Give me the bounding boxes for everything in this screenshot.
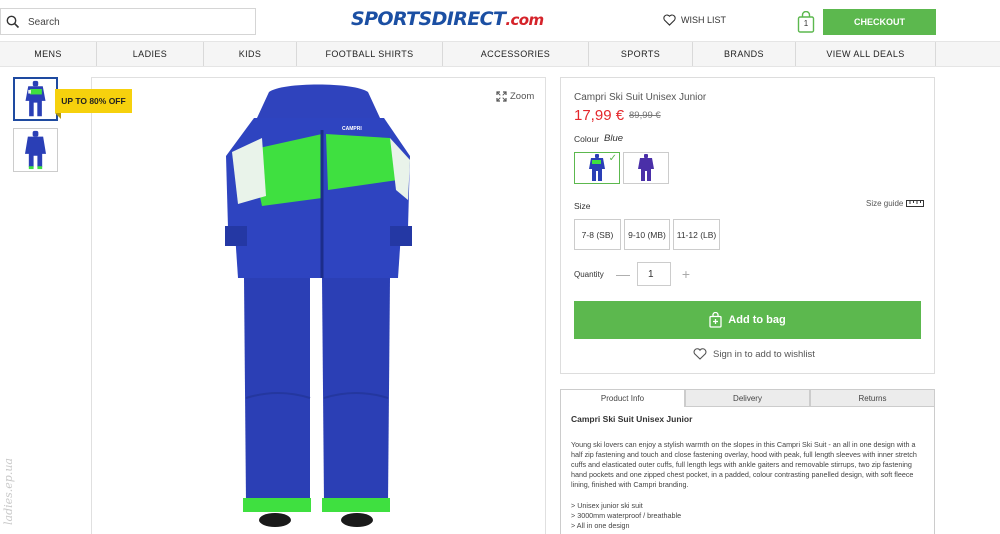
original-price: 89,99 €: [629, 110, 661, 121]
tab-returns[interactable]: Returns: [810, 389, 935, 407]
quantity-label: Quantity: [574, 270, 604, 279]
heart-plus-icon: [693, 348, 707, 360]
main-nav: MENS LADIES KIDS FOOTBALL SHIRTS ACCESSO…: [0, 41, 1000, 67]
main-product-image[interactable]: CAMPRI: [91, 77, 546, 534]
wishlist-label: WISH LIST: [681, 15, 727, 25]
colour-swatch-purple[interactable]: [623, 152, 669, 184]
info-bullet: > 3000mm waterproof / breathable: [571, 511, 682, 521]
search-input[interactable]: [28, 13, 248, 31]
nav-item-accessories[interactable]: ACCESSORIES: [443, 42, 589, 66]
purple-suit-swatch-image: [638, 154, 654, 181]
add-to-bag-button[interactable]: Add to bag: [574, 301, 921, 339]
checkout-button[interactable]: CHECKOUT: [823, 9, 936, 35]
info-bullet: > All in one design: [571, 521, 630, 531]
nav-item-sports[interactable]: SPORTS: [589, 42, 693, 66]
expand-icon: [496, 91, 507, 102]
info-bullet: > Unisex junior ski suit: [571, 501, 643, 510]
info-description: Young ski lovers can enjoy a stylish war…: [571, 440, 917, 490]
tab-product-info[interactable]: Product Info: [560, 389, 685, 407]
info-title: Campri Ski Suit Unisex Junior: [571, 414, 693, 424]
colour-label: Colour: [574, 134, 600, 144]
size-guide-label: Size guide: [866, 199, 904, 208]
thumbnail-front[interactable]: [13, 77, 58, 121]
colour-swatch-blue[interactable]: ✓: [574, 152, 620, 184]
size-guide-link[interactable]: Size guide: [866, 199, 925, 208]
suit-brand-text: CAMPRI: [342, 126, 362, 132]
search-icon: [6, 15, 20, 29]
zoom-label: Zoom: [510, 91, 535, 102]
watermark: ladies.ep.ua: [2, 458, 15, 525]
product-title: Campri Ski Suit Unisex Junior: [574, 92, 707, 103]
product-page: SPORTSDIRECT.com WISH LIST 1 CHECKOUT ME…: [0, 0, 1000, 534]
size-label: Size: [574, 201, 591, 211]
size-option-7-8[interactable]: 7-8 (SB): [574, 219, 621, 250]
promo-badge-fold: [55, 113, 61, 119]
shopping-bag-icon: [709, 312, 722, 328]
nav-item-brands[interactable]: BRANDS: [693, 42, 796, 66]
signin-wishlist-link[interactable]: Sign in to add to wishlist: [693, 348, 815, 360]
logo-domain-text: .com: [505, 11, 544, 29]
current-price: 17,99 €: [574, 107, 625, 124]
quantity-input[interactable]: [637, 262, 671, 286]
ski-suit-thumbnail-image: [25, 80, 46, 117]
zoom-button[interactable]: Zoom: [496, 91, 534, 102]
ski-suit-image: CAMPRI: [225, 84, 412, 527]
check-icon: ✓: [608, 153, 617, 164]
site-logo[interactable]: SPORTSDIRECT.com: [351, 8, 544, 30]
ruler-icon: [906, 200, 925, 207]
nav-item-view-all-deals[interactable]: VIEW ALL DEALS: [796, 42, 936, 66]
quantity-decrease-button[interactable]: —: [616, 264, 630, 284]
heart-icon: [663, 14, 676, 26]
product-tabs: Product Info Delivery Returns: [560, 389, 935, 407]
nav-item-football-shirts[interactable]: FOOTBALL SHIRTS: [297, 42, 443, 66]
thumbnail-back[interactable]: [13, 128, 58, 172]
nav-item-mens[interactable]: MENS: [0, 42, 97, 66]
bag-button[interactable]: 1: [797, 10, 815, 33]
size-option-11-12[interactable]: 11-12 (LB): [673, 219, 720, 250]
wishlist-link[interactable]: WISH LIST: [663, 14, 726, 26]
nav-item-kids[interactable]: KIDS: [204, 42, 297, 66]
search-box[interactable]: [0, 8, 256, 35]
info-bullet-list: > Unisex junior ski suit > 3000mm waterp…: [571, 501, 681, 531]
tab-delivery[interactable]: Delivery: [685, 389, 810, 407]
quantity-increase-button[interactable]: +: [679, 264, 693, 284]
logo-main-text: SPORTSDIRECT: [351, 8, 506, 30]
signin-wishlist-label: Sign in to add to wishlist: [713, 348, 815, 360]
ski-suit-back-thumbnail-image: [25, 130, 46, 170]
promo-badge: UP TO 80% OFF: [55, 89, 132, 113]
nav-item-ladies[interactable]: LADIES: [97, 42, 204, 66]
bag-count: 1: [803, 19, 809, 28]
size-option-9-10[interactable]: 9-10 (MB): [624, 219, 670, 250]
site-header: SPORTSDIRECT.com WISH LIST 1 CHECKOUT: [0, 0, 1000, 41]
colour-value: Blue: [604, 133, 624, 144]
add-to-bag-label: Add to bag: [728, 314, 786, 326]
